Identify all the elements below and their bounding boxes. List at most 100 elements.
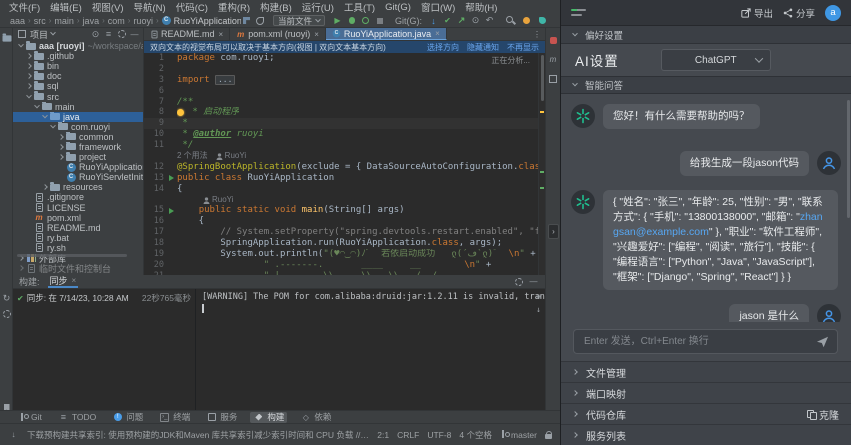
coverage-icon[interactable]	[360, 15, 371, 26]
menu-item[interactable]: 导航(N)	[128, 0, 170, 14]
update-icon[interactable]	[428, 15, 439, 26]
menu-item[interactable]: 重构(R)	[213, 0, 255, 14]
tree-item[interactable]: README.md	[13, 223, 143, 233]
model-select[interactable]: ChatGPT	[661, 49, 771, 71]
tree-item[interactable]: com.ruoyi	[13, 122, 143, 132]
banner-link[interactable]: 不再显示	[507, 42, 539, 53]
clone-button[interactable]: 克隆	[807, 407, 839, 422]
intention-bulb-icon[interactable]	[177, 109, 184, 116]
author-inlay[interactable]: RuoYi	[203, 195, 234, 206]
ok-stripe-mark[interactable]	[540, 187, 544, 189]
tree-horizontal-scrollbar[interactable]	[17, 254, 127, 257]
tree-item[interactable]: sql	[13, 81, 143, 91]
profiler-icon[interactable]	[521, 15, 532, 26]
hammer-icon[interactable]	[241, 15, 252, 26]
ok-stripe-mark[interactable]	[540, 171, 544, 173]
menu-item[interactable]: 工具(T)	[339, 0, 380, 14]
user-avatar[interactable]: a	[825, 5, 841, 21]
project-icon[interactable]	[1, 32, 12, 44]
banner-link[interactable]: 隐藏通知	[467, 42, 499, 53]
code-area[interactable]: 1package com.ruoyi;23import ...67/**8 * …	[144, 53, 538, 275]
tree-item[interactable]: aaa [ruoyi]~/workspace/aaa	[13, 41, 143, 51]
author-inlay[interactable]: RuoYi	[216, 151, 247, 162]
run-gutter-icon[interactable]	[169, 175, 174, 181]
breadcrumb-leaf[interactable]: RuoYiApplication	[160, 16, 241, 26]
menu-item[interactable]: 窗口(W)	[416, 0, 460, 14]
commit-icon[interactable]	[442, 15, 453, 26]
softwrap-icon[interactable]	[533, 291, 544, 302]
toolwindow-button-依赖[interactable]: 依赖	[297, 412, 334, 423]
tree-item[interactable]: mpom.xml	[13, 213, 143, 223]
tree-item[interactable]: bin	[13, 61, 143, 71]
share-button[interactable]: 分享	[783, 6, 815, 20]
usages-inlay[interactable]: 2 个用法	[177, 151, 208, 162]
hide-icon[interactable]	[528, 276, 539, 287]
tree-item[interactable]: 临时文件和控制台	[13, 263, 143, 273]
collapse-all-icon[interactable]	[103, 29, 114, 40]
tree-chevron-icon[interactable]	[24, 64, 33, 68]
breadcrumb-item[interactable]: ruoyi	[131, 16, 155, 26]
build-console[interactable]: [WARNING] The POM for com.alibaba:druid:…	[196, 289, 545, 410]
rollback-icon[interactable]	[484, 15, 495, 26]
breadcrumb-item[interactable]: aaa	[8, 16, 27, 26]
breadcrumb-item[interactable]: java	[81, 16, 102, 26]
export-button[interactable]: 导出	[741, 6, 773, 20]
tree-item[interactable]: src	[13, 91, 143, 101]
maven-icon[interactable]	[546, 53, 560, 66]
toolwindow-button-服务[interactable]: 服务	[203, 412, 240, 423]
settings-icon[interactable]	[513, 276, 524, 287]
toolwindow-button-git[interactable]: Git	[16, 412, 45, 423]
settings-icon[interactable]	[116, 29, 127, 40]
tab-list-icon[interactable]: ⋮	[533, 28, 545, 40]
push-icon[interactable]	[456, 15, 467, 26]
send-icon[interactable]	[816, 336, 829, 348]
tree-chevron-icon[interactable]	[56, 145, 65, 149]
close-icon[interactable]: ×	[435, 29, 440, 38]
search-icon[interactable]	[505, 15, 516, 26]
tree-item[interactable]: ry.sh	[13, 243, 143, 253]
warning-stripe-mark[interactable]	[540, 111, 544, 113]
expand-panel-button[interactable]: ›	[548, 224, 559, 239]
breadcrumb-item[interactable]: main	[52, 16, 76, 26]
inlay-hint[interactable]: 2 个用法 RuoYi	[177, 151, 246, 162]
hamburger-menu-icon[interactable]	[571, 9, 586, 17]
toolwindow-button-问题[interactable]: 问题	[109, 412, 146, 423]
run-icon[interactable]	[332, 15, 343, 26]
tree-item[interactable]: project	[13, 152, 143, 162]
assistant-icon[interactable]	[537, 15, 548, 26]
hide-icon[interactable]	[129, 29, 140, 40]
tree-item[interactable]: doc	[13, 71, 143, 81]
git-branch-widget[interactable]: master	[500, 429, 537, 440]
history-icon[interactable]	[470, 15, 481, 26]
tree-item[interactable]: main	[13, 102, 143, 112]
menu-item[interactable]: 代码(C)	[171, 0, 213, 14]
inlay-hint[interactable]: RuoYi	[177, 195, 234, 206]
wrench-icon[interactable]	[255, 15, 266, 26]
menu-item[interactable]: 编辑(E)	[45, 0, 87, 14]
tree-item[interactable]: framework	[13, 142, 143, 152]
file-encoding[interactable]: UTF-8	[427, 430, 451, 440]
editor-scrollbar[interactable]	[538, 53, 545, 275]
line-separator[interactable]: CRLF	[397, 430, 419, 440]
tree-chevron-icon[interactable]	[48, 125, 57, 129]
tree-item[interactable]: common	[13, 132, 143, 142]
tree-chevron-icon[interactable]	[56, 155, 65, 159]
download-icon[interactable]	[8, 429, 19, 440]
caret-position[interactable]: 2:1	[377, 430, 389, 440]
tree-chevron-icon[interactable]	[40, 185, 49, 189]
tree-chevron-icon[interactable]	[24, 74, 33, 78]
menu-item[interactable]: 视图(V)	[87, 0, 129, 14]
tree-chevron-icon[interactable]	[24, 95, 33, 99]
menu-item[interactable]: 文件(F)	[4, 0, 45, 14]
run-gutter-icon[interactable]	[169, 208, 174, 214]
banner-link[interactable]: 选择方向	[427, 42, 459, 53]
menu-item[interactable]: 运行(U)	[297, 0, 339, 14]
chat-input[interactable]	[582, 335, 810, 348]
chat-bubble[interactable]: jason 是什么	[729, 304, 809, 322]
layout-icon[interactable]	[546, 72, 560, 85]
close-icon[interactable]: ×	[72, 276, 77, 285]
tree-chevron-icon[interactable]	[24, 54, 33, 58]
tree-item[interactable]: resources	[13, 182, 143, 192]
tree-item[interactable]: RuoYiServletInitiali	[13, 172, 143, 182]
tree-chevron-icon[interactable]	[16, 266, 25, 270]
